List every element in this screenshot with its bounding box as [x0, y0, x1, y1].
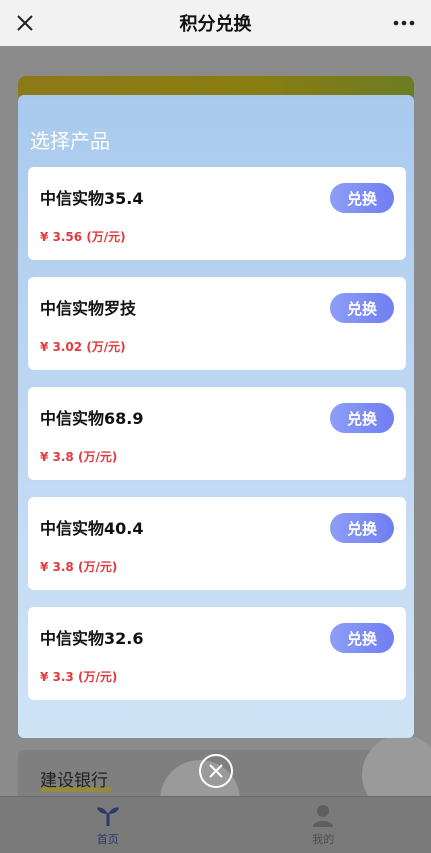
- product-price: ¥ 3.3 (万/元): [40, 670, 118, 684]
- product-card: 中信实物32.6 ¥ 3.3 (万/元) 兑换: [28, 607, 406, 700]
- more-icon[interactable]: [389, 8, 419, 38]
- product-name: 中信实物35.4: [40, 189, 144, 208]
- close-icon[interactable]: [10, 8, 40, 38]
- product-card: 中信实物35.4 ¥ 3.56 (万/元) 兑换: [28, 167, 406, 260]
- product-price: ¥ 3.02 (万/元): [40, 340, 126, 354]
- product-card: 中信实物罗技 ¥ 3.02 (万/元) 兑换: [28, 277, 406, 370]
- product-price: ¥ 3.8 (万/元): [40, 450, 118, 464]
- close-icon: [209, 764, 223, 778]
- tab-mine-label: 我的: [312, 833, 335, 846]
- exchange-button[interactable]: 兑换: [330, 293, 394, 323]
- exchange-button[interactable]: 兑换: [330, 623, 394, 653]
- user-icon: [313, 805, 334, 827]
- exchange-button[interactable]: 兑换: [330, 183, 394, 213]
- exchange-button[interactable]: 兑换: [330, 403, 394, 433]
- modal-close-button[interactable]: [199, 754, 233, 788]
- product-name: 中信实物68.9: [40, 409, 144, 428]
- tab-home-label: 首页: [96, 833, 119, 846]
- product-name: 中信实物32.6: [40, 629, 144, 648]
- product-card: 中信实物40.4 ¥ 3.8 (万/元) 兑换: [28, 497, 406, 590]
- page-title: 积分兑换: [179, 14, 252, 35]
- exchange-button[interactable]: 兑换: [330, 513, 394, 543]
- product-list: 中信实物35.4 ¥ 3.56 (万/元) 兑换 中信实物罗技 ¥ 3.02 (…: [28, 167, 406, 717]
- sprout-icon: [96, 807, 119, 826]
- product-name: 中信实物40.4: [40, 519, 144, 538]
- tab-mine[interactable]: 我的: [216, 797, 431, 853]
- modal-title: 选择产品: [30, 129, 110, 153]
- product-price: ¥ 3.56 (万/元): [40, 230, 126, 244]
- product-select-modal: 选择产品 中信实物35.4 ¥ 3.56 (万/元) 兑换 中信实物罗技 ¥ 3…: [18, 95, 414, 738]
- product-price: ¥ 3.8 (万/元): [40, 560, 118, 574]
- product-name: 中信实物罗技: [40, 299, 137, 318]
- tab-bar: 首页 我的: [0, 796, 431, 853]
- nav-bar: 积分兑换: [0, 0, 431, 46]
- product-card: 中信实物68.9 ¥ 3.8 (万/元) 兑换: [28, 387, 406, 480]
- bank-card-label: 建设银行: [40, 771, 108, 791]
- tab-home[interactable]: 首页: [0, 797, 216, 853]
